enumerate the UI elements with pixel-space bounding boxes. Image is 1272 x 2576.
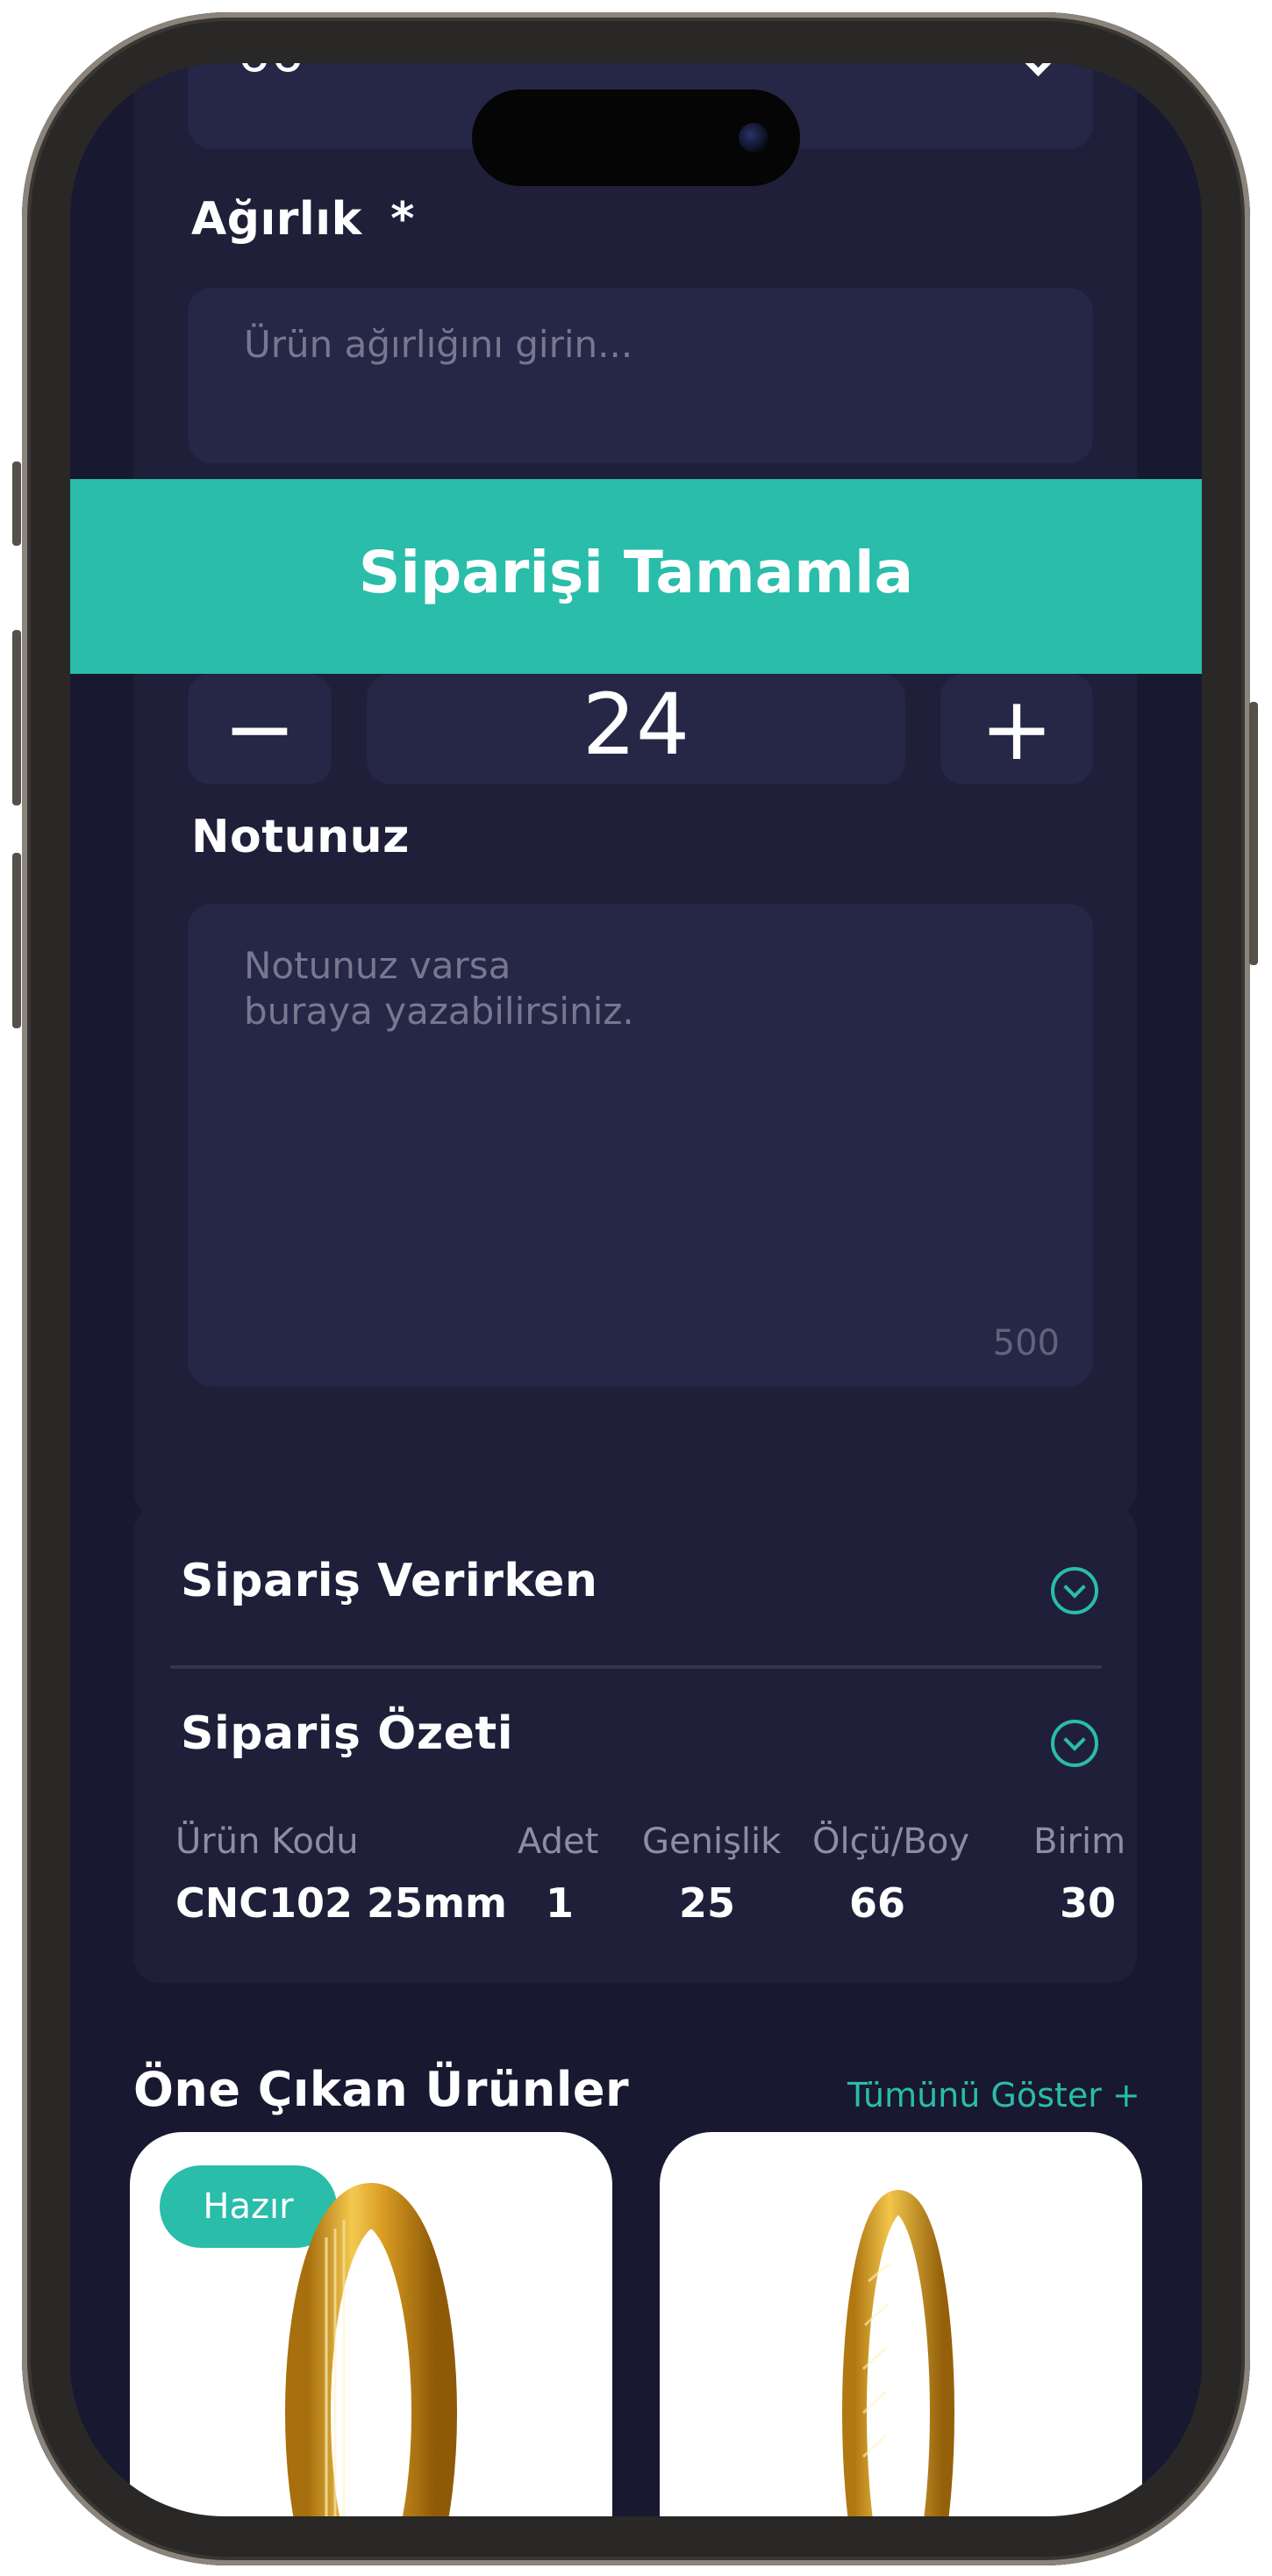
summary-header-width: Genişlik xyxy=(642,1821,782,1862)
dynamic-island xyxy=(472,89,800,186)
note-textarea[interactable]: Notunuz varsa buraya yazabilirsiniz. 500 xyxy=(188,904,1093,1386)
product-card[interactable]: Hazır xyxy=(130,2132,612,2516)
summary-value-product-code: CNC102 25mm xyxy=(175,1879,507,1927)
featured-products-title: Öne Çıkan Ürünler xyxy=(133,2062,630,2117)
summary-value-unit: 30 xyxy=(1060,1879,1117,1927)
quantity-decrement-button[interactable]: − xyxy=(188,674,332,784)
quantity-input[interactable]: 24 xyxy=(367,674,905,784)
summary-section-title[interactable]: Sipariş Özeti xyxy=(181,1707,513,1760)
app-screen: 66 Ağırlık * Ürün ağırlığını girin... Si… xyxy=(70,63,1202,2516)
section-divider xyxy=(170,1665,1102,1669)
quantity-value: 24 xyxy=(582,676,690,774)
show-all-link[interactable]: Tümünü Göster + xyxy=(847,2076,1140,2114)
summary-header-quantity: Adet xyxy=(518,1821,599,1862)
size-select-value: 66 xyxy=(237,63,304,84)
summary-value-quantity: 1 xyxy=(546,1879,575,1927)
chevron-down-icon xyxy=(1019,63,1057,77)
weight-input[interactable]: Ürün ağırlığını girin... xyxy=(188,288,1093,463)
note-char-limit: 500 xyxy=(992,1323,1060,1363)
product-card[interactable] xyxy=(660,2132,1142,2516)
power-button xyxy=(1249,702,1258,965)
summary-header-product-code: Ürün Kodu xyxy=(175,1821,359,1862)
volume-down-button xyxy=(12,853,21,1028)
summary-header-unit: Birim xyxy=(1033,1821,1126,1862)
ordering-section-title[interactable]: Sipariş Verirken xyxy=(181,1555,597,1607)
note-label: Notunuz xyxy=(191,811,410,863)
note-placeholder-line-1: Notunuz varsa xyxy=(244,944,511,987)
bracelet-image xyxy=(842,2190,954,2516)
chevron-down-icon[interactable] xyxy=(1051,1567,1098,1614)
weight-label: Ağırlık * xyxy=(191,193,415,246)
bracelet-image xyxy=(285,2183,457,2516)
side-button xyxy=(12,462,21,546)
summary-value-width: 25 xyxy=(679,1879,736,1927)
complete-order-button[interactable]: Siparişi Tamamla xyxy=(70,479,1202,674)
camera-icon xyxy=(739,123,768,153)
chevron-down-icon[interactable] xyxy=(1051,1720,1098,1767)
quantity-increment-button[interactable]: + xyxy=(940,674,1093,784)
weight-label-text: Ağırlık xyxy=(191,193,362,246)
note-placeholder-line-2: buraya yazabilirsiniz. xyxy=(244,990,634,1033)
required-mark: * xyxy=(390,193,415,246)
summary-value-size: 66 xyxy=(849,1879,906,1927)
weight-input-placeholder: Ürün ağırlığını girin... xyxy=(244,323,633,366)
summary-header-size: Ölçü/Boy xyxy=(812,1821,970,1862)
volume-up-button xyxy=(12,630,21,805)
